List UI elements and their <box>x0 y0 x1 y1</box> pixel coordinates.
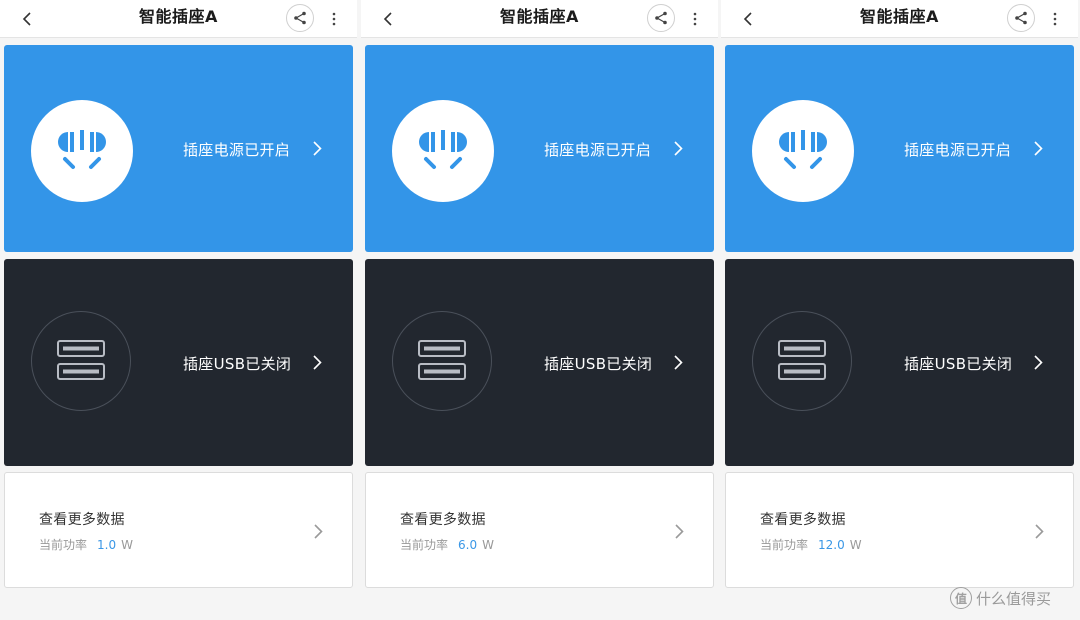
usb-card[interactable]: 插座USB已关闭 <box>365 259 714 466</box>
current-power-label: 当前功率 <box>400 538 449 552</box>
usb-port-icon <box>778 340 826 380</box>
share-icon <box>294 11 306 25</box>
usb-status-label: 插座USB已关闭 <box>904 355 1013 373</box>
usb-card[interactable]: 插座USB已关闭 <box>725 259 1074 466</box>
more-vertical-icon <box>332 12 336 26</box>
chevron-right-icon <box>312 140 322 156</box>
chevron-right-icon <box>312 354 322 370</box>
current-power-label: 当前功率 <box>39 538 88 552</box>
usb-card-chevron <box>310 353 324 371</box>
chevron-right-icon <box>673 140 683 156</box>
current-power-unit: W <box>482 538 494 552</box>
device-panel-3: 智能插座A 插座电源已开启 插座USB已关闭 查看更多数据 当前功率 12.0 … <box>721 0 1078 620</box>
current-power-row: 当前功率 1.0 W <box>39 536 133 553</box>
current-power-label: 当前功率 <box>760 538 809 552</box>
power-status-label: 插座电源已开启 <box>183 141 291 159</box>
usb-card[interactable]: 插座USB已关闭 <box>4 259 353 466</box>
usb-circle <box>31 311 131 411</box>
data-card-chevron <box>311 522 325 540</box>
chevron-right-icon <box>674 523 684 539</box>
power-status-label: 插座电源已开启 <box>544 141 652 159</box>
more-data-card[interactable]: 查看更多数据 当前功率 12.0 W <box>725 472 1074 588</box>
data-card-chevron <box>1032 522 1046 540</box>
share-button[interactable] <box>286 4 314 32</box>
power-socket-icon <box>779 130 827 169</box>
current-power-value: 12.0 <box>818 538 845 552</box>
more-data-card[interactable]: 查看更多数据 当前功率 6.0 W <box>365 472 714 588</box>
more-data-card[interactable]: 查看更多数据 当前功率 1.0 W <box>4 472 353 588</box>
more-data-title: 查看更多数据 <box>760 512 846 528</box>
device-panel-1: 智能插座A 插座电源已开启 插座USB已关闭 查看更多数据 当前功率 1.0 W <box>0 0 357 620</box>
usb-circle <box>392 311 492 411</box>
usb-port-icon <box>57 340 105 380</box>
usb-circle <box>752 311 852 411</box>
current-power-row: 当前功率 12.0 W <box>760 536 862 553</box>
chevron-right-icon <box>673 354 683 370</box>
share-button[interactable] <box>647 4 675 32</box>
more-vertical-icon <box>1053 12 1057 26</box>
usb-status-label: 插座USB已关闭 <box>544 355 653 373</box>
power-card-chevron <box>310 139 324 157</box>
top-bar: 智能插座A <box>361 0 718 38</box>
top-bar: 智能插座A <box>0 0 357 38</box>
data-card-chevron <box>672 522 686 540</box>
socket-circle <box>752 100 854 202</box>
power-card-chevron <box>671 139 685 157</box>
share-icon <box>655 11 667 25</box>
socket-circle <box>31 100 133 202</box>
share-button[interactable] <box>1007 4 1035 32</box>
top-bar: 智能插座A <box>721 0 1078 38</box>
current-power-value: 6.0 <box>458 538 478 552</box>
usb-port-icon <box>418 340 466 380</box>
usb-status-label: 插座USB已关闭 <box>183 355 292 373</box>
power-status-label: 插座电源已开启 <box>904 141 1012 159</box>
usb-card-chevron <box>1031 353 1045 371</box>
stage: 智能插座A 插座电源已开启 插座USB已关闭 查看更多数据 当前功率 1.0 W… <box>0 0 1080 620</box>
chevron-right-icon <box>1033 140 1043 156</box>
power-card-chevron <box>1031 139 1045 157</box>
power-card[interactable]: 插座电源已开启 <box>365 45 714 252</box>
device-panel-2: 智能插座A 插座电源已开启 插座USB已关闭 查看更多数据 当前功率 6.0 W <box>361 0 718 620</box>
power-card[interactable]: 插座电源已开启 <box>4 45 353 252</box>
watermark-text: 什么值得买 <box>976 589 1052 608</box>
more-button[interactable] <box>685 8 705 30</box>
power-socket-icon <box>419 130 467 169</box>
power-socket-icon <box>58 130 106 169</box>
more-data-title: 查看更多数据 <box>39 512 125 528</box>
usb-card-chevron <box>671 353 685 371</box>
current-power-value: 1.0 <box>97 538 117 552</box>
watermark: 值 什么值得买 <box>950 586 1051 610</box>
power-card[interactable]: 插座电源已开启 <box>725 45 1074 252</box>
chevron-right-icon <box>1034 523 1044 539</box>
socket-circle <box>392 100 494 202</box>
more-data-title: 查看更多数据 <box>400 512 486 528</box>
chevron-right-icon <box>313 523 323 539</box>
more-button[interactable] <box>1045 8 1065 30</box>
current-power-row: 当前功率 6.0 W <box>400 536 494 553</box>
more-vertical-icon <box>693 12 697 26</box>
watermark-logo-icon: 值 <box>950 587 972 609</box>
chevron-right-icon <box>1033 354 1043 370</box>
more-button[interactable] <box>324 8 344 30</box>
share-icon <box>1015 11 1027 25</box>
current-power-unit: W <box>849 538 862 552</box>
current-power-unit: W <box>121 538 133 552</box>
